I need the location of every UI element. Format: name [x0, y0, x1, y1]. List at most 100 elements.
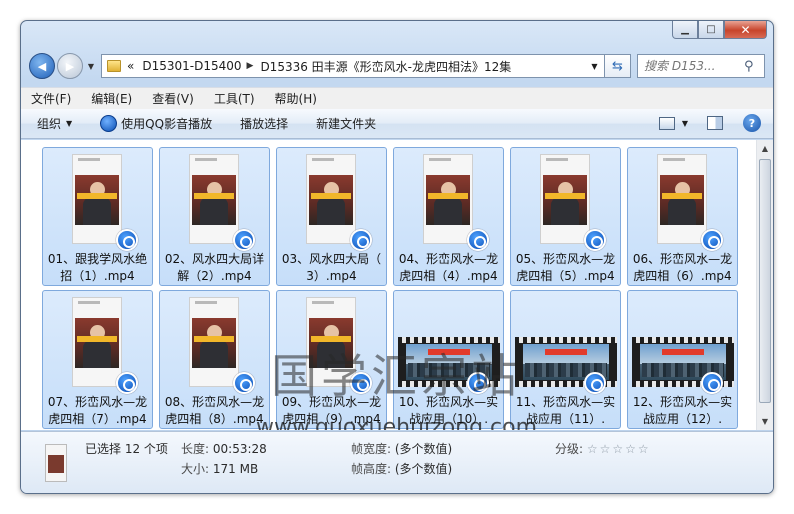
- command-bar: 组织 ▼ 使用QQ影音播放 播放选择 新建文件夹 ▼ ?: [21, 109, 773, 139]
- file-list: 01、跟我学风水绝 招（1）.mp4 02、风水四大局详 解（2）.mp4 03、风水四…: [21, 140, 773, 430]
- video-thumbnail: [189, 154, 239, 244]
- organize-label: 组织: [37, 117, 62, 131]
- address-row: ◀ ▶ ▼ « D15301-D15400 ▶ D15336 田丰源《形峦风水-…: [29, 51, 765, 81]
- view-controls: ▼ ?: [645, 114, 761, 132]
- video-thumbnail: [72, 154, 122, 244]
- file-name-line1: 06、形峦风水—龙: [632, 252, 733, 266]
- rating-key: 分级:: [555, 442, 584, 456]
- video-thumbnail: [423, 154, 473, 244]
- qq-video-icon: [584, 229, 606, 251]
- search-input[interactable]: [644, 59, 744, 73]
- video-thumbnail: [657, 154, 707, 244]
- refresh-button[interactable]: ⇆: [605, 54, 631, 78]
- new-folder-button[interactable]: 新建文件夹: [316, 115, 376, 132]
- file-tile[interactable]: 11、形峦风水—实 战应用（11）.: [510, 290, 621, 429]
- minimize-button[interactable]: ▁: [672, 21, 698, 39]
- change-view-icon[interactable]: [659, 116, 675, 130]
- breadcrumb-overflow[interactable]: «: [127, 59, 134, 73]
- file-name: 08、形峦风水—龙 虎四相（8）.mp4: [162, 394, 267, 428]
- size-key: 大小:: [181, 462, 210, 476]
- frame-width-key: 帧宽度:: [351, 442, 392, 456]
- selection-thumbnail: [45, 444, 67, 482]
- qq-video-icon: [584, 372, 606, 394]
- address-dropdown[interactable]: ▼: [584, 55, 604, 77]
- file-tile[interactable]: 03、风水四大局（ 3）.mp4: [276, 147, 387, 286]
- details-pane: 已选择 12 个项 长度: 00:53:28 大小: 171 MB 帧宽度: (…: [21, 431, 773, 493]
- recent-pages-dropdown[interactable]: ▼: [86, 62, 96, 71]
- file-tile[interactable]: 01、跟我学风水绝 招（1）.mp4: [42, 147, 153, 286]
- file-name: 12、形峦风水—实 战应用（12）.: [630, 394, 735, 428]
- file-tile[interactable]: 08、形峦风水—龙 虎四相（8）.mp4: [159, 290, 270, 429]
- file-name-line1: 07、形峦风水—龙: [47, 395, 148, 409]
- qq-video-icon: [233, 229, 255, 251]
- menu-view[interactable]: 查看(V): [152, 90, 194, 107]
- menu-tools[interactable]: 工具(T): [214, 90, 255, 107]
- file-name-line1: 12、形峦风水—实: [632, 395, 733, 409]
- file-name-line2: 虎四相（6）.mp4: [633, 269, 732, 283]
- close-button[interactable]: ✕: [724, 21, 767, 39]
- vertical-scrollbar[interactable]: ▲ ▼: [756, 140, 773, 430]
- file-name: 04、形峦风水—龙 虎四相（4）.mp4: [396, 251, 501, 285]
- file-tile[interactable]: 02、风水四大局详 解（2）.mp4: [159, 147, 270, 286]
- watermark-title: 国学汇宗站: [271, 349, 521, 403]
- refresh-icon: ⇆: [612, 58, 623, 74]
- file-tile[interactable]: 05、形峦风水—龙 虎四相（5）.mp4: [510, 147, 621, 286]
- menu-edit[interactable]: 编辑(E): [91, 90, 132, 107]
- frame-height-field: 帧高度: (多个数值): [351, 460, 452, 477]
- length-key: 长度:: [181, 442, 210, 456]
- file-tile[interactable]: 12、形峦风水—实 战应用（12）.: [627, 290, 738, 429]
- back-arrow-icon: ◀: [37, 59, 47, 73]
- organize-button[interactable]: 组织 ▼: [37, 115, 72, 132]
- file-name-line2: 战应用（12）.: [642, 412, 723, 426]
- menu-bar: 文件(F) 编辑(E) 查看(V) 工具(T) 帮助(H): [21, 87, 773, 109]
- file-name: 06、形峦风水—龙 虎四相（6）.mp4: [630, 251, 735, 285]
- file-tile[interactable]: 07、形峦风水—龙 虎四相（7）.mp4: [42, 290, 153, 429]
- help-icon[interactable]: ?: [743, 114, 761, 132]
- video-thumbnail: [306, 154, 356, 244]
- file-name-line2: 虎四相（8）.mp4: [165, 412, 264, 426]
- scrollbar-thumb[interactable]: [759, 159, 771, 403]
- forward-button[interactable]: ▶: [57, 53, 83, 79]
- rating-stars[interactable]: ☆☆☆☆☆: [587, 442, 651, 456]
- video-thumbnail: [72, 297, 122, 387]
- maximize-button[interactable]: □: [698, 21, 724, 39]
- file-name-line1: 04、形峦风水—龙: [398, 252, 499, 266]
- search-icon[interactable]: ⚲: [744, 59, 754, 74]
- back-button[interactable]: ◀: [29, 53, 55, 79]
- file-tile[interactable]: 04、形峦风水—龙 虎四相（4）.mp4: [393, 147, 504, 286]
- preview-pane-icon[interactable]: [707, 116, 723, 130]
- frame-width-field: 帧宽度: (多个数值): [351, 440, 452, 457]
- search-box[interactable]: ⚲: [637, 54, 765, 78]
- file-name-line2: 虎四相（5）.mp4: [516, 269, 615, 283]
- view-options-dropdown[interactable]: ▼: [681, 114, 689, 132]
- address-bar[interactable]: « D15301-D15400 ▶ D15336 田丰源《形峦风水-龙虎四相法》…: [101, 54, 605, 78]
- chevron-down-icon: ▼: [591, 61, 598, 71]
- scroll-down-icon[interactable]: ▼: [757, 413, 773, 430]
- breadcrumb-item-current[interactable]: D15336 田丰源《形峦风水-龙虎四相法》12集: [260, 58, 511, 75]
- file-name: 01、跟我学风水绝 招（1）.mp4: [45, 251, 150, 285]
- file-name-line2: 招（1）.mp4: [60, 269, 135, 283]
- file-tile[interactable]: 06、形峦风水—龙 虎四相（6）.mp4: [627, 147, 738, 286]
- file-name-line1: 03、风水四大局（: [281, 252, 382, 266]
- file-name: 03、风水四大局（ 3）.mp4: [279, 251, 384, 285]
- menu-help[interactable]: 帮助(H): [275, 90, 317, 107]
- qq-video-icon: [233, 372, 255, 394]
- play-with-qq-button[interactable]: 使用QQ影音播放: [100, 115, 212, 132]
- selection-count: 已选择 12 个项: [85, 442, 168, 456]
- qq-video-icon: [467, 229, 489, 251]
- file-name: 05、形峦风水—龙 虎四相（5）.mp4: [513, 251, 618, 285]
- scroll-up-icon[interactable]: ▲: [757, 140, 773, 157]
- qq-video-icon: [701, 372, 723, 394]
- qq-video-icon: [116, 229, 138, 251]
- menu-file[interactable]: 文件(F): [31, 90, 71, 107]
- play-with-qq-label: 使用QQ影音播放: [121, 117, 213, 131]
- forward-arrow-icon: ▶: [65, 59, 75, 73]
- explorer-window: ▁ □ ✕ ◀ ▶ ▼ « D15301-D15400 ▶ D15336 田丰源…: [20, 20, 774, 494]
- play-selection-button[interactable]: 播放选择: [240, 115, 288, 132]
- file-name-line1: 05、形峦风水—龙: [515, 252, 616, 266]
- new-folder-label: 新建文件夹: [316, 117, 377, 131]
- chevron-right-icon[interactable]: ▶: [247, 61, 254, 71]
- breadcrumb-item-parent[interactable]: D15301-D15400: [142, 59, 241, 73]
- length-field: 长度: 00:53:28: [181, 440, 267, 457]
- file-name-line2: 虎四相（4）.mp4: [399, 269, 498, 283]
